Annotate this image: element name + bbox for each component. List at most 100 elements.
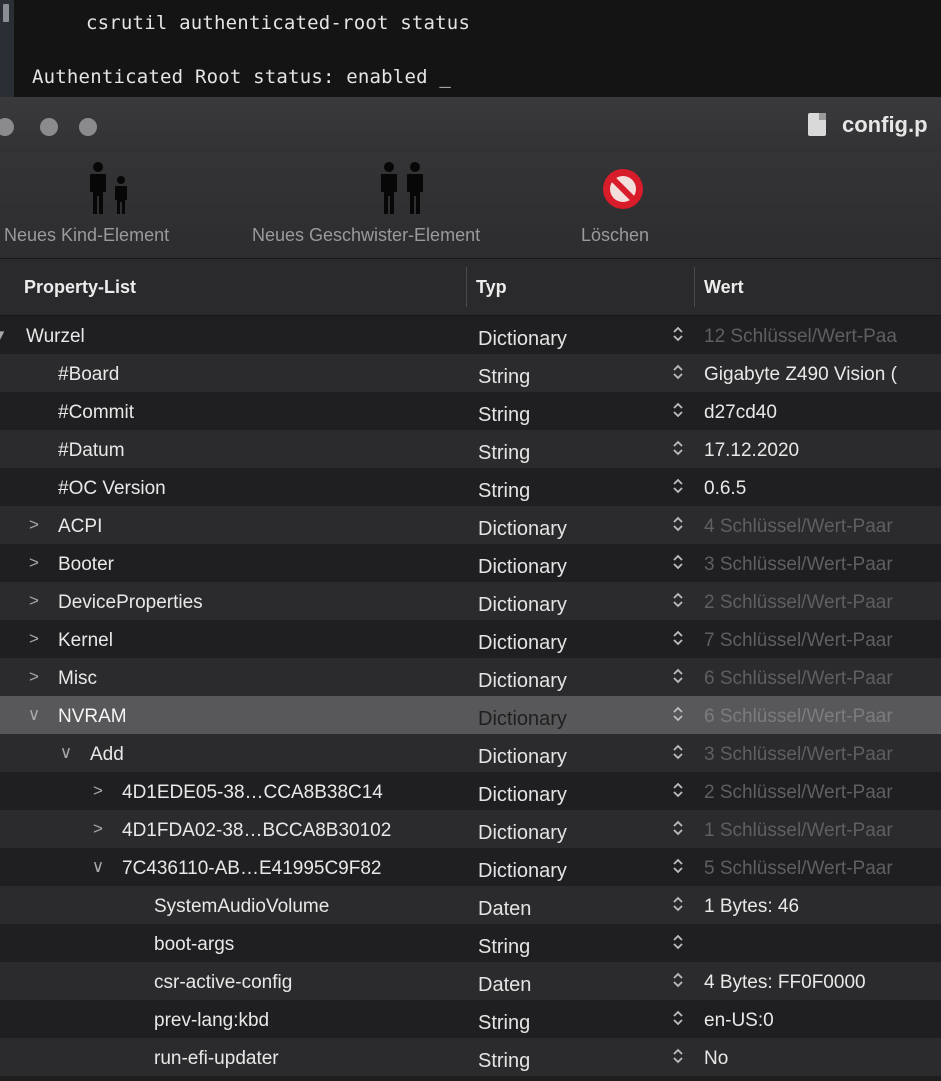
type-cell[interactable]: String bbox=[478, 1050, 530, 1073]
type-stepper-icon[interactable] bbox=[672, 363, 684, 385]
table-row[interactable]: #Board String Gigabyte Z490 Vision ( bbox=[0, 354, 941, 392]
type-stepper-icon[interactable] bbox=[672, 439, 684, 461]
key-cell[interactable]: Booter bbox=[58, 554, 114, 576]
type-stepper-icon[interactable] bbox=[672, 743, 684, 765]
type-stepper-icon[interactable] bbox=[672, 667, 684, 689]
value-cell[interactable]: 4 Schlüssel/Wert-Paar bbox=[704, 516, 893, 538]
type-stepper-icon[interactable] bbox=[672, 553, 684, 575]
table-row[interactable]: #Datum String 17.12.2020 bbox=[0, 430, 941, 468]
table-row[interactable]: #Commit String d27cd40 bbox=[0, 392, 941, 430]
table-row[interactable]: SystemAudioVolume Daten 1 Bytes: 46 bbox=[0, 886, 941, 924]
disclosure-collapsed-icon[interactable]: > bbox=[26, 629, 42, 649]
type-cell[interactable]: String bbox=[478, 366, 530, 389]
table-row[interactable]: > ACPI Dictionary 4 Schlüssel/Wert-Paar bbox=[0, 506, 941, 544]
table-row[interactable]: #OC Version String 0.6.5 bbox=[0, 468, 941, 506]
table-row[interactable]: >4D1FDA02-38…BCCA8B30102 Dictionary 1 Schl… bbox=[0, 810, 941, 848]
key-cell[interactable]: #Board bbox=[58, 364, 119, 386]
type-stepper-icon[interactable] bbox=[672, 971, 684, 993]
type-cell[interactable]: Dictionary bbox=[478, 328, 567, 351]
disclosure-expanded-icon[interactable]: ∨ bbox=[90, 857, 106, 877]
disclosure-expanded-icon[interactable]: ▾ bbox=[0, 325, 8, 345]
column-divider[interactable] bbox=[694, 267, 695, 307]
table-row[interactable]: > Misc Dictionary 6 Schlüssel/Wert-Paar bbox=[0, 658, 941, 696]
disclosure-collapsed-icon[interactable]: > bbox=[26, 515, 42, 535]
type-cell[interactable]: Dictionary bbox=[478, 822, 567, 845]
type-cell[interactable]: Dictionary bbox=[478, 860, 567, 883]
key-cell[interactable]: run-efi-updater bbox=[154, 1048, 279, 1070]
value-cell[interactable]: 0.6.5 bbox=[704, 478, 746, 500]
type-cell[interactable]: Dictionary bbox=[478, 784, 567, 807]
type-stepper-icon[interactable] bbox=[672, 401, 684, 423]
table-row[interactable]: boot-args String bbox=[0, 924, 941, 962]
value-cell[interactable]: No bbox=[704, 1048, 728, 1070]
value-cell[interactable]: Gigabyte Z490 Vision ( bbox=[704, 364, 897, 386]
new-child-element-button[interactable]: Neues Kind-Element bbox=[0, 153, 230, 258]
table-row[interactable]: csr-active-config Daten 4 Bytes: FF0F0000 bbox=[0, 962, 941, 1000]
key-cell[interactable]: SystemAudioVolume bbox=[154, 896, 329, 918]
minimize-window-button[interactable] bbox=[40, 118, 58, 136]
key-cell[interactable]: Misc bbox=[58, 668, 97, 690]
value-cell[interactable]: 2 Schlüssel/Wert-Paar bbox=[704, 592, 893, 614]
table-row[interactable]: >4D1EDE05-38…CCA8B38C14 Dictionary 2 Schlü… bbox=[0, 772, 941, 810]
type-cell[interactable]: Daten bbox=[478, 898, 531, 921]
type-stepper-icon[interactable] bbox=[672, 1009, 684, 1031]
delete-button[interactable]: Löschen bbox=[575, 153, 675, 258]
key-cell[interactable]: #Commit bbox=[58, 402, 134, 424]
type-cell[interactable]: String bbox=[478, 480, 530, 503]
key-cell[interactable]: Kernel bbox=[58, 630, 113, 652]
value-cell[interactable]: 4 Bytes: FF0F0000 bbox=[704, 972, 866, 994]
type-cell[interactable]: Daten bbox=[478, 974, 531, 997]
table-row[interactable]: ∨ 7C436110-AB…E41995C9F82 Dictionary 5 Schl… bbox=[0, 848, 941, 886]
type-cell[interactable]: Dictionary bbox=[478, 518, 567, 541]
column-header-value[interactable]: Wert bbox=[704, 277, 744, 298]
value-cell[interactable]: 6 Schlüssel/Wert-Paar bbox=[704, 706, 893, 728]
table-row[interactable]: > DeviceProperties Dictionary 2 Schlüssel/W… bbox=[0, 582, 941, 620]
type-cell[interactable]: Dictionary bbox=[478, 708, 567, 731]
type-stepper-icon[interactable] bbox=[672, 325, 684, 347]
key-cell[interactable]: ACPI bbox=[58, 516, 102, 538]
type-cell[interactable]: Dictionary bbox=[478, 670, 567, 693]
type-cell[interactable]: Dictionary bbox=[478, 556, 567, 579]
type-stepper-icon[interactable] bbox=[672, 857, 684, 879]
table-row[interactable]: ∨ NVRAM Dictionary 6 Schlüssel/Wert-Paar bbox=[0, 696, 941, 734]
disclosure-expanded-icon[interactable]: ∨ bbox=[26, 705, 42, 725]
value-cell[interactable]: 1 Schlüssel/Wert-Paar bbox=[704, 820, 893, 842]
key-cell[interactable]: DeviceProperties bbox=[58, 592, 203, 614]
column-header-type[interactable]: Typ bbox=[476, 277, 507, 298]
type-stepper-icon[interactable] bbox=[672, 781, 684, 803]
type-cell[interactable]: Dictionary bbox=[478, 594, 567, 617]
type-cell[interactable]: String bbox=[478, 1012, 530, 1035]
table-row[interactable]: ▾ Wurzel Dictionary 12 Schlüssel/Wert-Paa bbox=[0, 316, 941, 354]
key-cell[interactable]: NVRAM bbox=[58, 706, 127, 728]
type-stepper-icon[interactable] bbox=[672, 705, 684, 727]
type-stepper-icon[interactable] bbox=[672, 477, 684, 499]
type-cell[interactable]: String bbox=[478, 404, 530, 427]
key-cell[interactable]: prev-lang:kbd bbox=[154, 1010, 269, 1032]
key-cell[interactable]: csr-active-config bbox=[154, 972, 292, 994]
value-cell[interactable]: 17.12.2020 bbox=[704, 440, 799, 462]
disclosure-collapsed-icon[interactable]: > bbox=[26, 591, 42, 611]
key-cell[interactable]: 4D1EDE05-38…CCA8B38C14 bbox=[122, 782, 383, 804]
table-row[interactable]: run-efi-updater String No bbox=[0, 1038, 941, 1076]
key-cell[interactable]: 7C436110-AB…E41995C9F82 bbox=[122, 858, 382, 880]
column-header-key[interactable]: Property-List bbox=[24, 277, 136, 298]
key-cell[interactable]: Add bbox=[90, 744, 124, 766]
table-row[interactable]: > Kernel Dictionary 7 Schlüssel/Wert-Paar bbox=[0, 620, 941, 658]
value-cell[interactable]: 1 Bytes: 46 bbox=[704, 896, 799, 918]
column-divider[interactable] bbox=[466, 267, 467, 307]
key-cell[interactable]: #OC Version bbox=[58, 478, 166, 500]
type-cell[interactable]: Dictionary bbox=[478, 632, 567, 655]
type-cell[interactable]: Dictionary bbox=[478, 746, 567, 769]
title-bar[interactable]: config.p bbox=[0, 97, 941, 153]
value-cell[interactable]: 5 Schlüssel/Wert-Paar bbox=[704, 858, 893, 880]
value-cell[interactable]: 3 Schlüssel/Wert-Paar bbox=[704, 744, 893, 766]
value-cell[interactable]: 6 Schlüssel/Wert-Paar bbox=[704, 668, 893, 690]
table-row[interactable]: > Booter Dictionary 3 Schlüssel/Wert-Paar bbox=[0, 544, 941, 582]
type-stepper-icon[interactable] bbox=[672, 591, 684, 613]
type-stepper-icon[interactable] bbox=[672, 895, 684, 917]
type-cell[interactable]: String bbox=[478, 442, 530, 465]
disclosure-collapsed-icon[interactable]: > bbox=[90, 781, 106, 801]
disclosure-expanded-icon[interactable]: ∨ bbox=[58, 743, 74, 763]
key-cell[interactable]: Wurzel bbox=[26, 326, 85, 348]
table-row[interactable]: ∨ Add Dictionary 3 Schlüssel/Wert-Paar bbox=[0, 734, 941, 772]
